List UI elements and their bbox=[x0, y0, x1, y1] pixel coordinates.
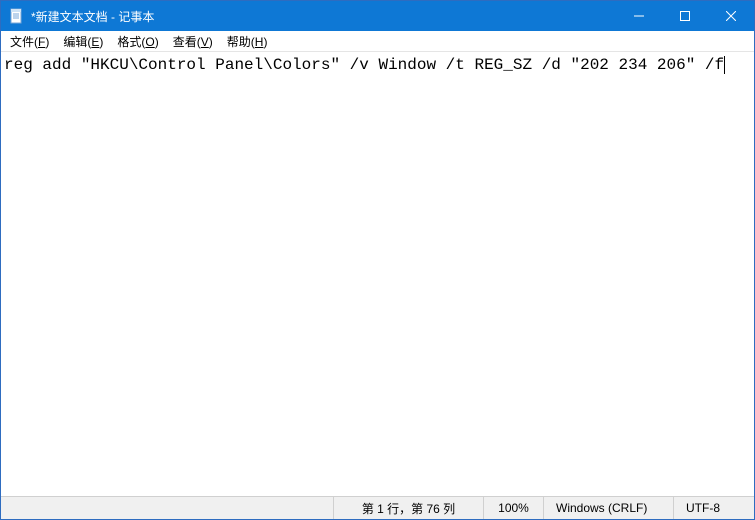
status-zoom: 100% bbox=[484, 497, 544, 519]
menu-edit[interactable]: 编辑(E) bbox=[56, 31, 110, 52]
menu-file[interactable]: 文件(F) bbox=[3, 31, 56, 52]
notepad-icon bbox=[9, 8, 25, 24]
titlebar[interactable]: *新建文本文档 - 记事本 bbox=[1, 1, 754, 31]
app-window: *新建文本文档 - 记事本 文件(F) 编辑(E) 格式(O) 查看(V) 帮助… bbox=[0, 0, 755, 520]
minimize-button[interactable] bbox=[616, 1, 662, 31]
menu-view[interactable]: 查看(V) bbox=[166, 31, 220, 52]
status-encoding: UTF-8 bbox=[674, 497, 754, 519]
text-editor[interactable]: reg add "HKCU\Control Panel\Colors" /v W… bbox=[1, 52, 754, 496]
window-controls bbox=[616, 1, 754, 31]
status-position: 第 1 行，第 76 列 bbox=[334, 497, 484, 519]
menu-format[interactable]: 格式(O) bbox=[110, 31, 165, 52]
menu-help[interactable]: 帮助(H) bbox=[220, 31, 275, 52]
status-line-ending: Windows (CRLF) bbox=[544, 497, 674, 519]
maximize-button[interactable] bbox=[662, 1, 708, 31]
window-title: *新建文本文档 - 记事本 bbox=[31, 8, 616, 25]
text-caret bbox=[724, 56, 725, 74]
close-button[interactable] bbox=[708, 1, 754, 31]
menubar: 文件(F) 编辑(E) 格式(O) 查看(V) 帮助(H) bbox=[1, 31, 754, 52]
statusbar: 第 1 行，第 76 列 100% Windows (CRLF) UTF-8 bbox=[1, 496, 754, 519]
editor-content: reg add "HKCU\Control Panel\Colors" /v W… bbox=[4, 56, 725, 74]
status-spacer bbox=[1, 497, 334, 519]
